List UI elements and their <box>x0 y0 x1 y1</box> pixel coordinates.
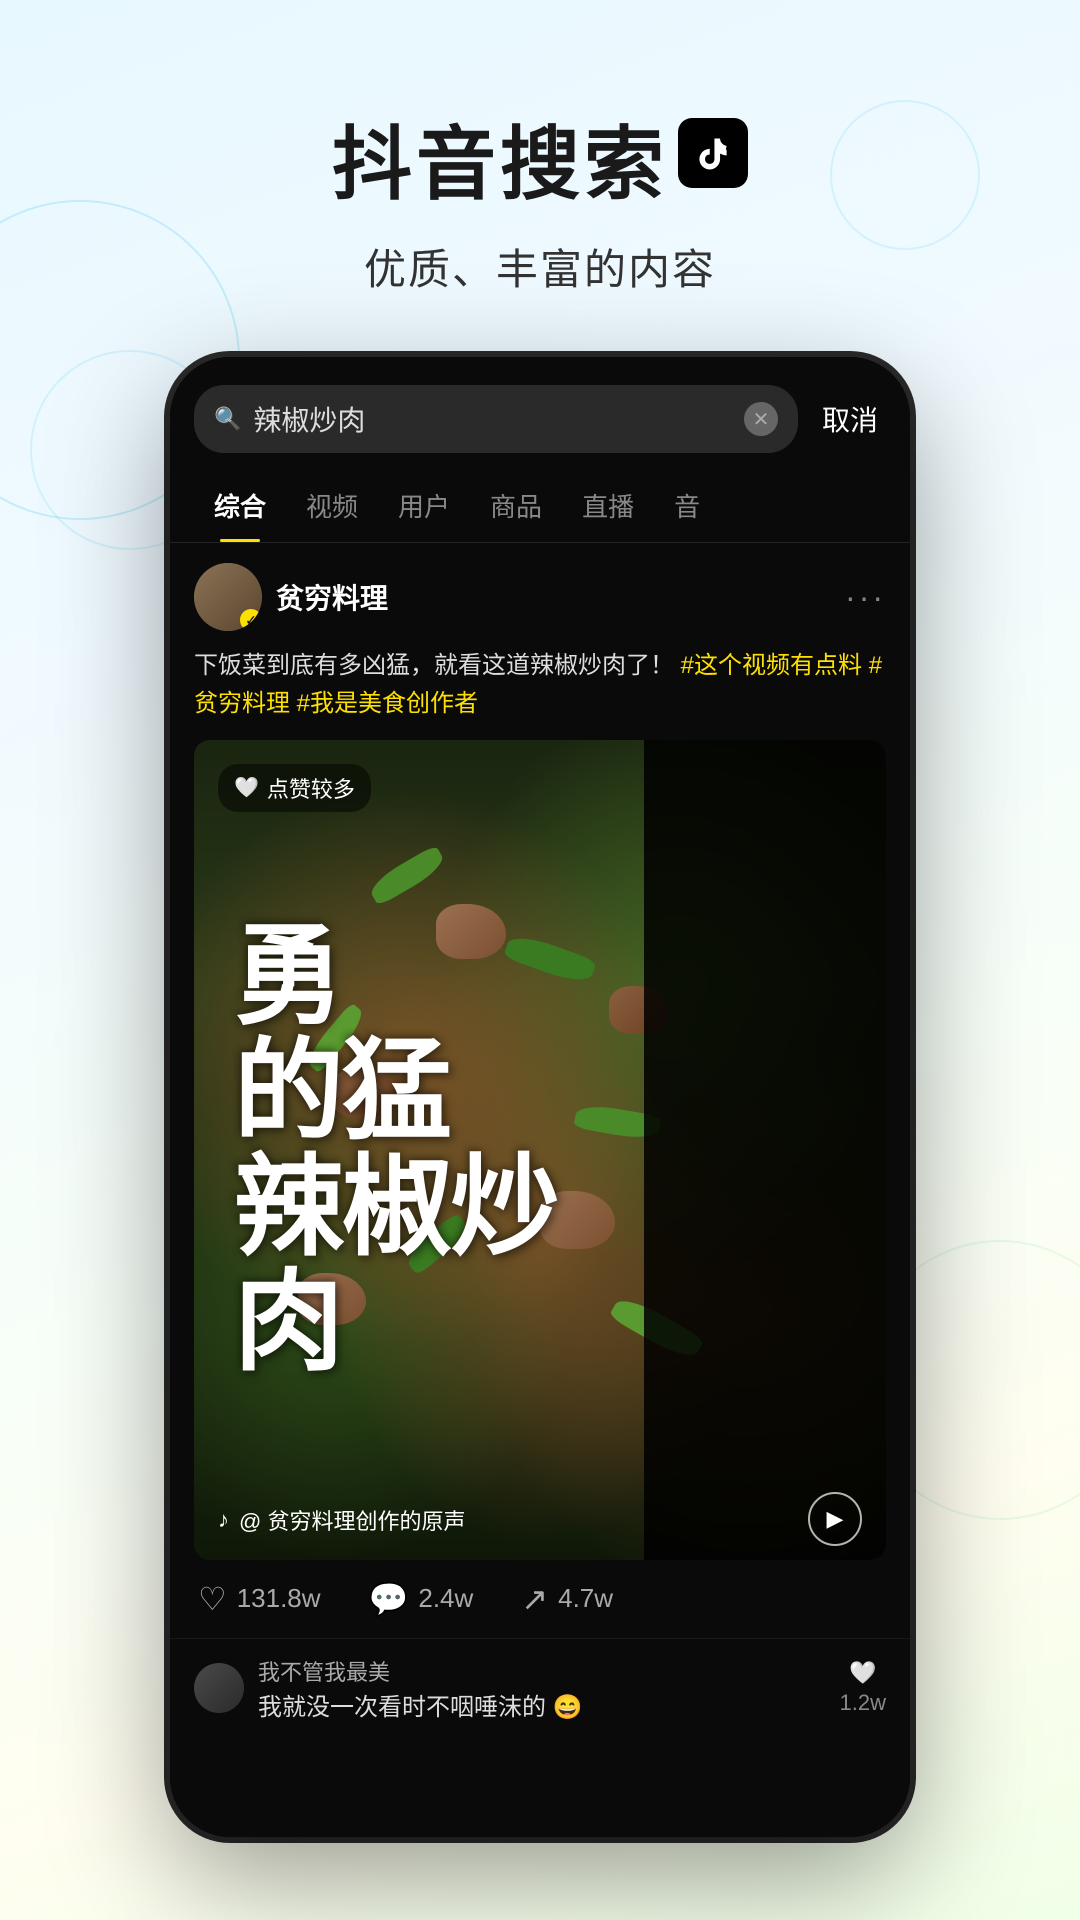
content-area: ✓ 贫穷料理 ··· 下饭菜到底有多凶猛，就看这道辣椒炒肉了！ #这个视频有点料… <box>170 543 910 1837</box>
engagement-row: ♡ 131.8w 💬 2.4w ↗ 4.7w <box>194 1580 886 1618</box>
tab-product[interactable]: 商品 <box>470 469 562 542</box>
heart-icon: ♡ <box>198 1580 227 1618</box>
shares-count: 4.7w <box>558 1583 613 1614</box>
comment-content: 我就没一次看时不咽唾沫的 😄 <box>258 1687 826 1722</box>
post-header: ✓ 贫穷料理 ··· <box>194 563 886 631</box>
hashtag-1[interactable]: #这个视频有点料 <box>681 652 869 679</box>
header-section: 抖音搜索 优质、丰富的内容 <box>0 0 1080 357</box>
play-icon: ▶ <box>827 1506 844 1532</box>
comment-preview: 我不管我最美 我就没一次看时不咽唾沫的 😄 🤍 1.2w <box>170 1638 910 1738</box>
close-icon: ✕ <box>753 407 770 432</box>
tab-label: 综合 <box>214 492 266 522</box>
post-user[interactable]: ✓ 贫穷料理 <box>194 563 388 631</box>
sound-bar: ♪ @ 贫穷料理创作的原声 <box>218 1504 826 1536</box>
cancel-button[interactable]: 取消 <box>814 399 886 439</box>
comment-username: 我不管我最美 <box>258 1655 826 1687</box>
phone-mockup: 🔍 辣椒炒肉 ✕ 取消 综合 视频 用户 <box>170 357 910 1837</box>
tab-live[interactable]: 直播 <box>562 469 654 542</box>
comment-text-area: 我不管我最美 我就没一次看时不咽唾沫的 😄 <box>258 1655 826 1722</box>
tab-label: 直播 <box>582 492 634 522</box>
verified-badge: ✓ <box>240 609 262 631</box>
tabs-row: 综合 视频 用户 商品 直播 音 <box>170 469 910 543</box>
video-title-overlay: 勇的猛辣椒炒肉 <box>194 740 886 1560</box>
post-text: 下饭菜到底有多凶猛，就看这道辣椒炒肉了！ <box>194 652 674 679</box>
tab-user[interactable]: 用户 <box>378 469 470 542</box>
tab-label: 用户 <box>398 492 450 522</box>
hashtag-3[interactable]: #我是美食创作者 <box>297 690 478 717</box>
search-query: 辣椒炒肉 <box>253 399 732 439</box>
likes-count: 131.8w <box>237 1583 321 1614</box>
comment-like-count: 1.2w <box>840 1690 886 1716</box>
tiktok-logo-icon <box>678 118 748 188</box>
search-bar-area: 🔍 辣椒炒肉 ✕ 取消 <box>170 357 910 453</box>
tiktok-music-icon: ♪ <box>218 1507 229 1533</box>
search-input-wrapper[interactable]: 🔍 辣椒炒肉 ✕ <box>194 385 798 453</box>
comments-count-item[interactable]: 💬 2.4w <box>369 1580 474 1618</box>
shares-count-item[interactable]: ↗ 4.7w <box>521 1580 613 1618</box>
sound-text: @ 贫穷料理创作的原声 <box>239 1504 826 1536</box>
share-icon: ↗ <box>521 1580 548 1618</box>
post-card: ✓ 贫穷料理 ··· 下饭菜到底有多凶猛，就看这道辣椒炒肉了！ #这个视频有点料… <box>170 543 910 1638</box>
likes-count-item[interactable]: ♡ 131.8w <box>198 1580 321 1618</box>
comments-count: 2.4w <box>418 1583 473 1614</box>
video-title: 勇的猛辣椒炒肉 <box>234 919 846 1381</box>
app-title: 抖音搜索 <box>0 100 1080 216</box>
phone-screen: 🔍 辣椒炒肉 ✕ 取消 综合 视频 用户 <box>170 357 910 1837</box>
tab-label: 商品 <box>490 492 542 522</box>
title-text: 抖音搜索 <box>332 100 668 216</box>
comment-avatar <box>194 1663 244 1713</box>
tab-label: 视频 <box>306 492 358 522</box>
tab-label: 音 <box>674 492 700 522</box>
avatar: ✓ <box>194 563 262 631</box>
comment-icon: 💬 <box>369 1580 409 1618</box>
video-thumbnail[interactable]: 🤍 点赞较多 勇的猛辣椒炒肉 ♪ @ 贫穷料理创作的原声 <box>194 740 886 1560</box>
clear-button[interactable]: ✕ <box>744 402 778 436</box>
username: 贫穷料理 <box>276 577 388 617</box>
comment-likes: 🤍 1.2w <box>840 1660 886 1716</box>
more-options-button[interactable]: ··· <box>845 579 886 616</box>
phone-container: 🔍 辣椒炒肉 ✕ 取消 综合 视频 用户 <box>170 357 910 1837</box>
search-icon: 🔍 <box>214 406 241 432</box>
app-subtitle: 优质、丰富的内容 <box>0 236 1080 297</box>
tab-comprehensive[interactable]: 综合 <box>194 469 286 542</box>
tab-video[interactable]: 视频 <box>286 469 378 542</box>
post-description: 下饭菜到底有多凶猛，就看这道辣椒炒肉了！ #这个视频有点料 #贫穷料理 #我是美… <box>194 647 886 724</box>
comment-heart-icon: 🤍 <box>849 1660 876 1686</box>
tab-audio[interactable]: 音 <box>654 469 720 542</box>
play-button[interactable]: ▶ <box>808 1492 862 1546</box>
